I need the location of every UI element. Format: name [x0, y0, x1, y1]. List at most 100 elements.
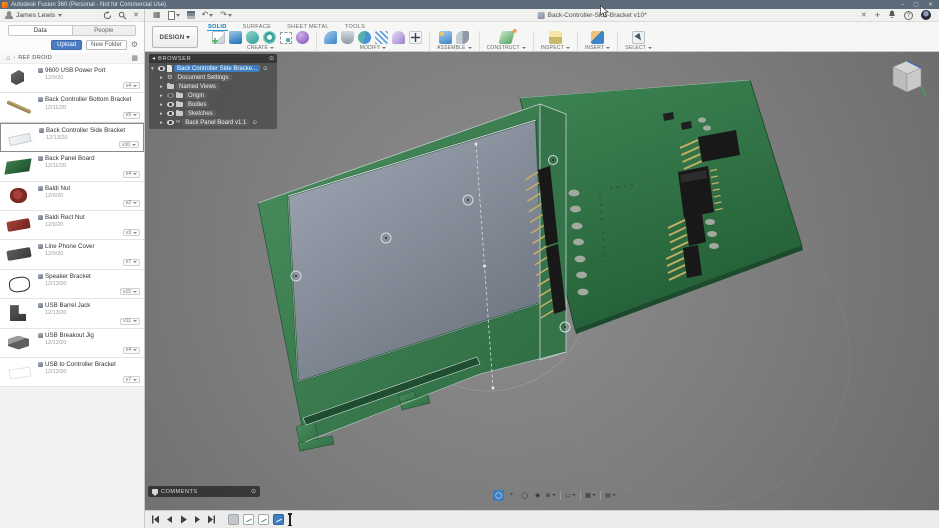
list-item[interactable]: Back Panel Board 12/11/20 v4	[0, 152, 144, 181]
timeline-feature-sketch-active[interactable]	[273, 514, 284, 525]
version-dropdown[interactable]: v4	[123, 347, 140, 354]
appearance-icon[interactable]	[392, 31, 405, 44]
display-settings-menu[interactable]: ▭	[565, 490, 576, 501]
workspace-selector-button[interactable]: DESIGN	[152, 26, 198, 48]
file-menu-button[interactable]	[168, 11, 180, 20]
tab-sheet-metal[interactable]: SHEET METAL	[286, 24, 330, 30]
save-icon[interactable]	[187, 11, 195, 19]
close-icon[interactable]: ✕	[928, 1, 933, 9]
tree-node-back-panel-board[interactable]: ▸ ∞ Back Panel Board v1.1 ⊙	[151, 118, 275, 127]
assemble-menu[interactable]: ASSEMBLE	[437, 45, 472, 51]
list-item[interactable]: USB Breakout Jig 12/12/20 v4	[0, 329, 144, 358]
tab-tools[interactable]: TOOLS	[344, 24, 366, 30]
viewport-canvas[interactable]: ◂ BROWSER ⊙ ▾ Back Controller Side Brack…	[145, 52, 939, 510]
timeline-position-marker[interactable]	[289, 513, 291, 526]
chevron-down-icon[interactable]	[58, 14, 62, 17]
grid-view-icon[interactable]: ▦	[131, 54, 138, 62]
caret-icon[interactable]: ▸	[160, 111, 165, 117]
list-item[interactable]: Speaker Bracket 12/13/20 v15	[0, 270, 144, 299]
revolve-icon[interactable]	[263, 31, 276, 44]
look-at-tool[interactable]: ◉	[532, 490, 543, 501]
inspect-menu[interactable]: INSPECT	[541, 45, 570, 51]
insert-menu[interactable]: INSERT	[585, 45, 610, 51]
modify-menu[interactable]: MODIFY	[360, 45, 387, 51]
sphere-icon[interactable]	[296, 31, 309, 44]
viewports-menu[interactable]: ▤	[605, 490, 616, 501]
collapse-icon[interactable]: ◂	[152, 55, 155, 62]
zoom-tool[interactable]: ⊕	[545, 490, 556, 501]
user-name[interactable]: James Lewis	[16, 12, 55, 19]
timeline-feature-sketch[interactable]	[243, 514, 254, 525]
close-panel-icon[interactable]: ✕	[133, 11, 139, 19]
side-bracket-body[interactable]	[258, 104, 566, 451]
shell-icon[interactable]	[341, 31, 354, 44]
refresh-icon[interactable]	[103, 11, 112, 20]
step-back-icon[interactable]	[165, 515, 174, 524]
visibility-eye-icon[interactable]	[158, 66, 165, 71]
display-settings-icon[interactable]: ⊙	[269, 55, 274, 62]
tab-data[interactable]: Data	[8, 25, 72, 36]
list-item[interactable]: Baldi Rect Nut 12/9/20 v3	[0, 211, 144, 240]
version-dropdown[interactable]: v11	[120, 318, 140, 325]
list-item[interactable]: USB Barrel Jack 12/13/20 v11	[0, 299, 144, 328]
maximize-icon[interactable]: ▢	[913, 1, 919, 9]
orbit-tool-active[interactable]: ◯	[493, 490, 504, 501]
redo-button[interactable]: ↷	[220, 10, 232, 20]
tab-solid[interactable]: SOLID	[207, 24, 228, 30]
play-icon[interactable]	[179, 515, 188, 524]
joint-icon[interactable]	[456, 31, 469, 44]
measure-icon[interactable]	[549, 31, 562, 44]
select-icon[interactable]	[632, 31, 645, 44]
upload-button[interactable]: Upload	[51, 40, 82, 50]
comments-panel[interactable]: COMMENTS ⊙	[148, 486, 260, 497]
create-sketch-icon[interactable]	[212, 31, 225, 44]
caret-icon[interactable]: ▸	[160, 75, 165, 81]
insert-icon[interactable]	[591, 31, 604, 44]
gear-icon[interactable]: ⚙	[131, 40, 138, 49]
version-dropdown[interactable]: v2	[123, 200, 140, 207]
grid-snap-menu[interactable]: ▦	[585, 490, 596, 501]
offset-face-icon[interactable]	[375, 31, 388, 44]
caret-icon[interactable]: ▸	[160, 93, 165, 99]
version-dropdown[interactable]: v9	[123, 112, 140, 119]
visibility-eye-icon[interactable]	[167, 120, 174, 125]
version-dropdown[interactable]: v7	[123, 376, 140, 383]
timeline-feature-sketch[interactable]	[258, 514, 269, 525]
visibility-eye-icon[interactable]	[167, 93, 174, 98]
tree-node-named-views[interactable]: ▸ Named Views	[151, 82, 275, 91]
list-item[interactable]: Line Phone Cover 12/9/20 v7	[0, 240, 144, 269]
tree-node-origin[interactable]: ▸ Origin	[151, 91, 275, 100]
help-icon[interactable]: ?	[904, 11, 913, 20]
form-icon[interactable]	[246, 31, 259, 44]
data-panel-toggle-icon[interactable]: ▦	[153, 10, 161, 20]
create-menu[interactable]: CREATE	[247, 45, 274, 51]
user-avatar[interactable]	[921, 10, 931, 20]
tree-node-bodies[interactable]: ▸ Bodies	[151, 100, 275, 109]
version-dropdown[interactable]: v4	[123, 171, 140, 178]
minimize-icon[interactable]: –	[901, 1, 904, 9]
select-menu[interactable]: SELECT	[625, 45, 652, 51]
caret-icon[interactable]: ▸	[160, 84, 165, 90]
version-dropdown[interactable]: v4	[123, 82, 140, 89]
construct-menu[interactable]: CONSTRUCT	[487, 45, 526, 51]
new-folder-button[interactable]: New Folder	[86, 40, 127, 50]
version-dropdown[interactable]: v15	[120, 288, 140, 295]
active-document-tab[interactable]: Back-Controller-Side-Bracket v10*	[538, 9, 647, 22]
list-item[interactable]: USB to Controller Bracket 12/12/20 v7	[0, 358, 144, 387]
breadcrumb-project[interactable]: REF DROID	[18, 55, 52, 61]
close-tab-icon[interactable]: ✕	[861, 11, 867, 19]
skip-to-end-icon[interactable]	[207, 515, 216, 524]
new-tab-icon[interactable]: +	[875, 10, 880, 20]
version-dropdown[interactable]: v7	[123, 259, 140, 266]
tree-root-label[interactable]: Back Controller Side Bracke...	[174, 65, 260, 72]
tree-node-document-settings[interactable]: ▸ ⚙ Document Settings	[151, 73, 275, 82]
undo-button[interactable]: ↶	[202, 10, 214, 20]
pattern-icon[interactable]	[280, 32, 292, 44]
expand-icon[interactable]: ⊙	[251, 488, 256, 495]
tab-people[interactable]: People	[72, 25, 137, 36]
new-component-icon[interactable]	[439, 31, 452, 44]
list-item[interactable]: 9600 USB Power Port 12/9/20 v4	[0, 64, 144, 93]
list-item-selected[interactable]: Back Controller Side Bracket 12/13/20 v1…	[0, 123, 144, 152]
skip-to-start-icon[interactable]	[151, 515, 160, 524]
orbit-tool[interactable]: ◯	[519, 490, 530, 501]
